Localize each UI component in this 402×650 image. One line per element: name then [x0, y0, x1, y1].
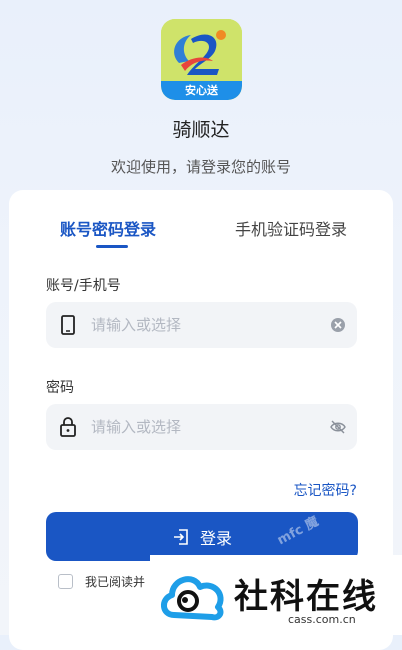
app-name: 骑顺达 [172, 119, 230, 141]
app-logo-art [161, 19, 242, 83]
agreement-checkbox[interactable] [58, 574, 73, 589]
phone-icon [61, 315, 75, 335]
password-field[interactable]: 请输入或选择 [46, 404, 357, 450]
app-logo: 安心送 [161, 19, 242, 100]
agreement-row: 我已阅读并 [58, 573, 145, 590]
login-icon [173, 528, 188, 545]
watermark-url: cass.com.cn [288, 613, 356, 626]
active-tab-indicator [96, 245, 128, 248]
agreement-text: 我已阅读并 [85, 575, 146, 589]
password-placeholder: 请输入或选择 [91, 418, 182, 436]
logo-banner: 安心送 [161, 81, 242, 100]
watermark-cloud-logo [161, 576, 224, 621]
forgot-password-link[interactable]: 忘记密码? [294, 480, 357, 500]
clear-icon[interactable] [330, 317, 346, 333]
tab-account-password[interactable]: 账号密码登录 [60, 216, 156, 240]
lock-icon [60, 417, 76, 437]
account-placeholder: 请输入或选择 [91, 316, 182, 334]
welcome-text: 欢迎使用，请登录您的账号 [110, 158, 291, 176]
account-field[interactable]: 请输入或选择 [46, 302, 357, 348]
login-button-label: 登录 [199, 528, 232, 548]
account-label: 账号/手机号 [46, 278, 121, 294]
eye-off-icon[interactable] [330, 419, 346, 435]
password-label: 密码 [46, 380, 74, 396]
watermark-brand: 社科在线 [234, 577, 378, 617]
watermark-overlay: 社科在线 cass.com.cn [150, 555, 402, 635]
tab-sms-code[interactable]: 手机验证码登录 [235, 216, 347, 240]
